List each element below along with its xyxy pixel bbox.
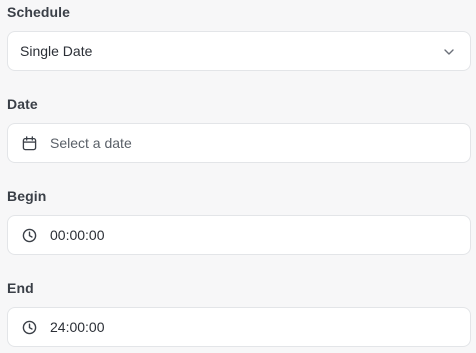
clock-icon <box>21 227 37 243</box>
begin-time-field[interactable]: 00:00:00 <box>7 215 471 255</box>
calendar-icon <box>21 135 37 151</box>
schedule-select[interactable]: Single Date <box>7 31 471 71</box>
schedule-select-value: Single Date <box>20 43 93 59</box>
chevron-down-icon <box>442 45 456 59</box>
schedule-label: Schedule <box>7 4 71 20</box>
end-time-field[interactable]: 24:00:00 <box>7 307 471 347</box>
end-label: End <box>7 280 34 296</box>
end-time-value: 24:00:00 <box>50 319 105 335</box>
clock-icon <box>21 319 37 335</box>
date-label: Date <box>7 96 38 112</box>
date-placeholder: Select a date <box>50 135 132 151</box>
begin-label: Begin <box>7 188 47 204</box>
begin-time-value: 00:00:00 <box>50 227 105 243</box>
date-picker-field[interactable]: Select a date <box>7 123 471 163</box>
